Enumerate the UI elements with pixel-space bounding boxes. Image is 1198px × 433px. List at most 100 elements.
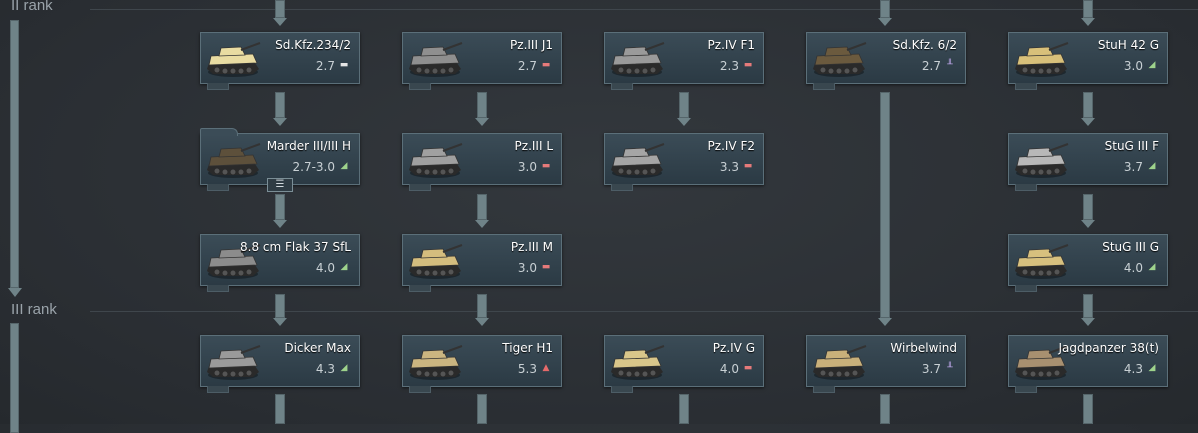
vehicle-image [811,39,867,79]
tank-destroyer-icon: ◢ [1148,262,1156,272]
tree-connector [275,92,285,118]
vehicle-name: Marder III/III H [266,139,351,153]
tree-connector [477,394,487,424]
arrow-down-icon [878,18,892,26]
rank-divider [90,311,1198,312]
medium-tank-icon: ▬ [541,60,551,70]
battle-rating: 4.3 ◢ [1124,362,1157,376]
vehicle-image [609,140,665,180]
medium-tank-icon: ▬ [541,262,551,272]
vehicle-card[interactable]: Pz.IV G 4.0 ▬ [604,335,764,393]
tree-connector [679,394,689,424]
battle-rating-value: 3.0 [517,261,537,275]
vehicle-card[interactable]: Pz.IV F2 3.3 ▬ [604,133,764,191]
battle-rating: 4.0 ◢ [1124,261,1157,275]
vehicle-image [407,342,463,382]
arrow-down-icon [677,118,691,126]
arrow-down-icon [1081,220,1095,228]
battle-rating: 3.0 ▬ [518,160,551,174]
vehicle-card[interactable]: Sd.Kfz.234/2 2.7 ▬ [200,32,360,90]
tree-connector [1083,194,1093,220]
battle-rating-value: 4.0 [315,261,335,275]
battle-rating-value: 4.0 [1123,261,1143,275]
research-slot-tab [611,83,633,90]
tank-destroyer-icon: ◢ [340,161,348,171]
battle-rating: 3.7 ╨ [922,362,955,376]
battle-rating-value: 4.3 [315,362,335,376]
battle-rating: 4.3 ◢ [316,362,349,376]
vehicle-name: Pz.IV F2 [707,139,755,153]
vehicle-card[interactable]: Wirbelwind 3.7 ╨ [806,335,966,393]
research-slot-tab [207,83,229,90]
medium-tank-icon: ▬ [743,363,753,373]
research-slot-tab [1015,83,1037,90]
battle-rating: 3.0 ▬ [518,261,551,275]
vehicle-card[interactable]: Dicker Max 4.3 ◢ [200,335,360,393]
battle-rating-value: 4.0 [719,362,739,376]
arrow-down-icon [1081,118,1095,126]
vehicle-card[interactable]: Pz.IV F1 2.3 ▬ [604,32,764,90]
arrow-down-icon [475,220,489,228]
arrow-down-icon [475,318,489,326]
medium-tank-icon: ▬ [541,161,551,171]
vehicle-card[interactable]: StuG III G 4.0 ◢ [1008,234,1168,292]
vehicle-image [205,39,261,79]
research-slot-tab [207,285,229,292]
battle-rating: 5.3 ▲ [518,362,551,376]
vehicle-name: Sd.Kfz.234/2 [275,38,351,52]
battle-rating-value: 3.0 [1123,59,1143,73]
battle-rating-value: 3.7 [921,362,941,376]
tree-connector [1083,294,1093,318]
battle-rating-value: 2.7 [315,59,335,73]
battle-rating: 3.0 ◢ [1124,59,1157,73]
vehicle-name: StuG III G [1102,240,1159,254]
vehicle-card[interactable]: Jagdpanzer 38(t) 4.3 ◢ [1008,335,1168,393]
vehicle-card[interactable]: StuG III F 3.7 ◢ [1008,133,1168,191]
vehicle-image [407,39,463,79]
vehicle-name: Tiger H1 [502,341,553,355]
vehicle-name: Pz.III L [514,139,553,153]
tree-connector [1083,394,1093,424]
battle-rating-value: 2.7 [921,59,941,73]
vehicle-name: Sd.Kfz. 6/2 [892,38,957,52]
vehicle-card[interactable]: StuH 42 G 3.0 ◢ [1008,32,1168,90]
vehicle-card[interactable]: Pz.III L 3.0 ▬ [402,133,562,191]
battle-rating: 2.7 ▬ [518,59,551,73]
tree-connector [880,394,890,424]
research-slot-tab [409,386,431,393]
tree-connector [880,92,890,318]
vehicle-card[interactable]: Sd.Kfz. 6/2 2.7 ╨ [806,32,966,90]
arrow-down-icon [273,118,287,126]
heavy-tank-icon: ▲ [542,363,550,373]
research-slot-tab [813,386,835,393]
battle-rating: 3.3 ▬ [720,160,753,174]
research-slot-tab [611,184,633,191]
vehicle-card[interactable]: Pz.III M 3.0 ▬ [402,234,562,292]
vehicle-name: Wirbelwind [890,341,957,355]
vehicle-image [1013,140,1069,180]
arrow-down-icon [1081,318,1095,326]
vehicle-card[interactable]: Marder III/III H 2.7-3.0 ◢ ☰ [200,128,360,192]
vehicle-card[interactable]: Tiger H1 5.3 ▲ [402,335,562,393]
tree-connector [679,92,689,118]
light-tank-icon: ▬ [339,60,349,70]
vehicle-name: Pz.IV G [712,341,755,355]
rank-arrow-icon [8,288,22,297]
vehicle-card[interactable]: 8.8 cm Flak 37 SfL 4.0 ◢ [200,234,360,292]
vehicle-image [609,39,665,79]
rank-progress-bar [10,323,19,433]
tree-connector [275,394,285,424]
battle-rating: 3.7 ◢ [1124,160,1157,174]
rank-progress-bar [10,20,19,288]
expand-group-button[interactable]: ☰ [267,178,293,192]
battle-rating: 2.3 ▬ [720,59,753,73]
vehicle-image [811,342,867,382]
tree-connector [1083,92,1093,118]
tank-destroyer-icon: ◢ [1148,363,1156,373]
research-slot-tab [207,386,229,393]
battle-rating: 4.0 ▬ [720,362,753,376]
arrow-down-icon [1081,18,1095,26]
battle-rating: 2.7-3.0 ◢ [293,160,350,174]
vehicle-card[interactable]: Pz.III J1 2.7 ▬ [402,32,562,90]
vehicle-name: 8.8 cm Flak 37 SfL [240,240,351,254]
